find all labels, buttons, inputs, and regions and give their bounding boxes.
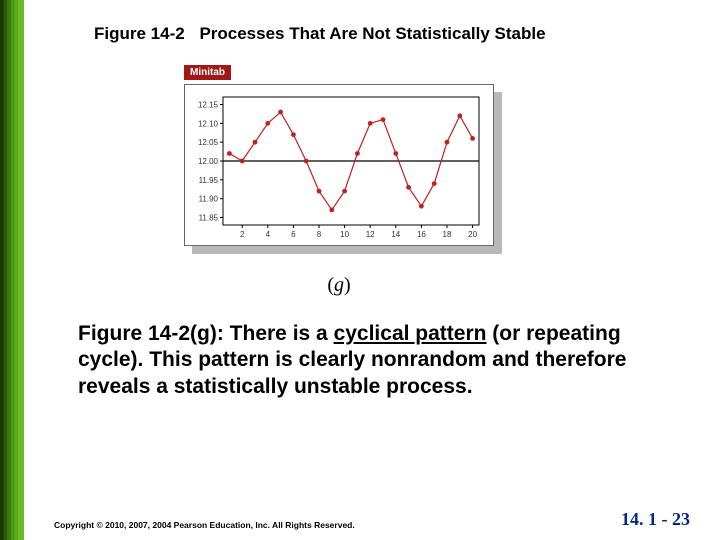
svg-text:18: 18 bbox=[443, 230, 452, 239]
figure-title-text: Processes That Are Not Statistically Sta… bbox=[199, 24, 545, 43]
figure-title-line: Figure 14-2 Processes That Are Not Stati… bbox=[94, 24, 690, 44]
control-chart: 11.85 11.90 11.95 12.00 12.05 12.10 12.15 2 4 6 8 1… bbox=[189, 91, 485, 241]
svg-text:8: 8 bbox=[317, 230, 322, 239]
svg-text:11.95: 11.95 bbox=[199, 176, 219, 185]
minitab-badge: Minitab bbox=[184, 65, 231, 80]
svg-text:12.15: 12.15 bbox=[198, 101, 219, 110]
slide-footer: Copyright © 2010, 2007, 2004 Pearson Edu… bbox=[54, 509, 690, 530]
svg-text:12.00: 12.00 bbox=[198, 157, 219, 166]
side-accent-bar bbox=[0, 0, 24, 540]
panel-label: (g) bbox=[184, 274, 494, 297]
page-number: 14. 1 - 23 bbox=[621, 509, 690, 530]
svg-text:12.10: 12.10 bbox=[198, 119, 219, 128]
desc-underlined: cyclical pattern bbox=[334, 322, 487, 345]
slide: Figure 14-2 Processes That Are Not Stati… bbox=[24, 0, 720, 540]
desc-lead: Figure 14-2(g): There is a bbox=[78, 322, 334, 345]
svg-text:14: 14 bbox=[391, 230, 400, 239]
svg-text:6: 6 bbox=[291, 230, 296, 239]
svg-text:2: 2 bbox=[240, 230, 245, 239]
svg-text:4: 4 bbox=[266, 230, 271, 239]
svg-text:11.85: 11.85 bbox=[199, 213, 219, 222]
svg-text:20: 20 bbox=[468, 230, 477, 239]
svg-text:10: 10 bbox=[340, 230, 349, 239]
copyright-text: Copyright © 2010, 2007, 2004 Pearson Edu… bbox=[54, 520, 355, 530]
svg-text:12: 12 bbox=[366, 230, 375, 239]
chart-container: 11.85 11.90 11.95 12.00 12.05 12.10 12.15 2 4 6 8 1… bbox=[184, 84, 494, 246]
svg-text:11.90: 11.90 bbox=[199, 195, 219, 204]
svg-text:16: 16 bbox=[417, 230, 426, 239]
chart-frame: 11.85 11.90 11.95 12.00 12.05 12.10 12.15 2 4 6 8 1… bbox=[184, 84, 494, 246]
figure-number: Figure 14-2 bbox=[94, 24, 185, 43]
svg-text:12.05: 12.05 bbox=[198, 138, 219, 147]
figure-description: Figure 14-2(g): There is a cyclical patt… bbox=[78, 321, 682, 400]
